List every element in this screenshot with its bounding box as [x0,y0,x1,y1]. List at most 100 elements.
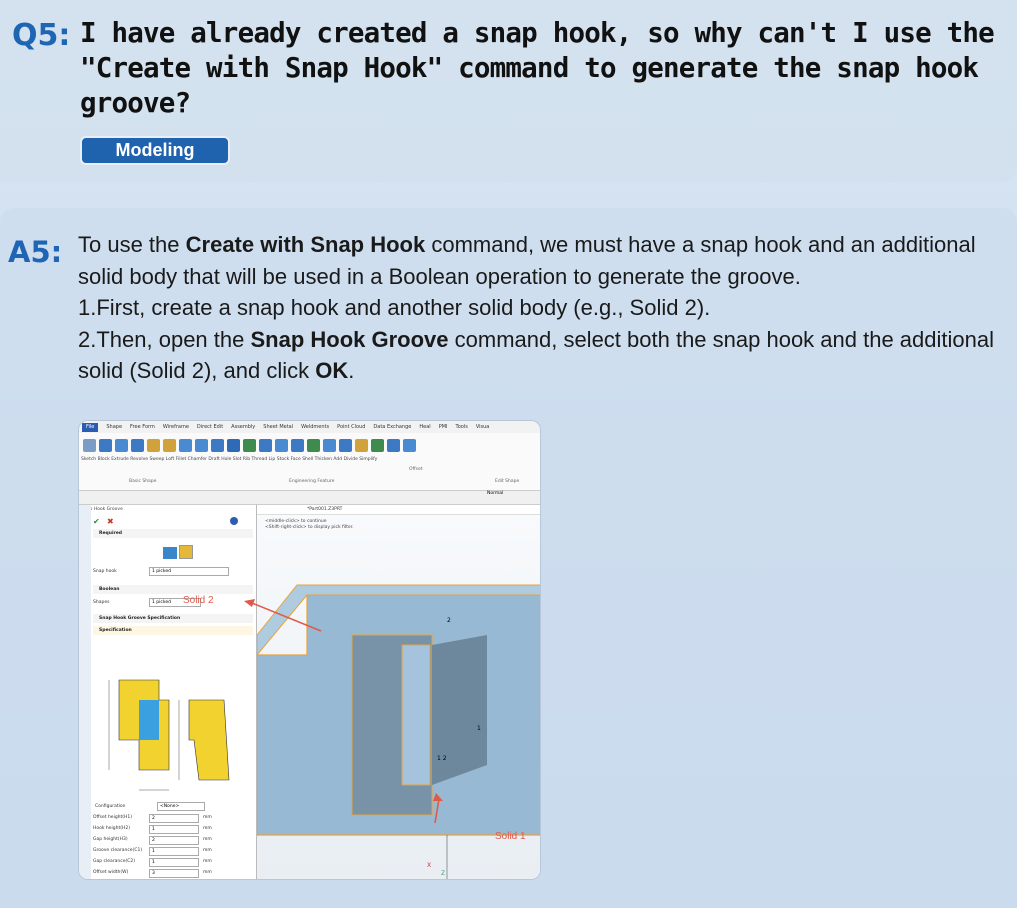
menu-weldments[interactable]: Weldments [301,424,329,430]
specification-section[interactable]: Specification [93,626,253,635]
divide-icon[interactable] [387,439,400,452]
chamfer-icon[interactable] [195,439,208,452]
cancel-x-icon[interactable]: ✖ [107,517,114,526]
ribbon: Sketch Block Extrude Revolve Sweep Loft … [79,433,540,491]
param-label-5: Offset width(W) [93,870,129,875]
revolve-icon[interactable] [131,439,144,452]
question-label: Q5: [12,18,71,53]
simplify-icon[interactable] [403,439,416,452]
groove-type-icon[interactable] [179,545,193,559]
param-value-5[interactable]: 3 [149,869,199,878]
sketch-icon[interactable] [83,439,96,452]
question-text: I have already created a snap hook, so w… [80,17,995,119]
face-offset-label: Offset [409,467,423,472]
snap-hook-type-icon[interactable] [163,547,177,559]
param-unit-0: mm [203,815,212,820]
answer-label: A5: [8,235,63,269]
ok-check-icon[interactable]: ✔ [93,517,100,526]
prompt-hints: <middle-click> to continue <Shift-right-… [265,519,354,531]
groove-spec-diagram [108,679,230,791]
filter-select[interactable]: Normal [487,491,503,496]
solid1-annotation: Solid 1 [495,831,526,842]
hole-icon[interactable] [227,439,240,452]
snap-hook-label: Snap hook [93,569,117,574]
param-label-0: Offset height(H1) [93,815,133,820]
axis-z-label: Z [441,870,446,877]
menu-assembly[interactable]: Assembly [231,424,255,430]
model-view [257,584,540,879]
answer-step-1: 1.First, create a snap hook and another … [78,295,711,320]
shell-icon[interactable] [339,439,352,452]
label-1: 1 [477,725,481,732]
lip-icon[interactable] [291,439,304,452]
param-label-4: Gap clearance(C2) [93,859,136,864]
menu-visual[interactable]: Visua [476,424,490,430]
param-value-3[interactable]: 1 [149,847,199,856]
rib-icon[interactable] [259,439,272,452]
group-edit-shape: Edit Shape [495,479,520,484]
answer-intro: To use the Create with Snap Hook command… [78,232,976,289]
document-tab[interactable]: *Part001.Z3PRT [257,505,540,515]
menu-point-cloud[interactable]: Point Cloud [337,424,365,430]
cad-screenshot: File Shape Free Form Wireframe Direct Ed… [78,420,541,880]
answer-step-2: 2.Then, open the Snap Hook Groove comman… [78,326,994,384]
param-unit-1: mm [203,826,212,831]
param-value-0[interactable]: 2 [149,814,199,823]
snap-hook-field[interactable]: 1 picked [149,567,229,576]
info-icon[interactable] [230,517,238,525]
hint-line-2: <Shift-right-click> to display pick filt… [265,525,354,530]
param-label-1: Hook height(H2) [93,826,131,831]
loft-icon[interactable] [163,439,176,452]
shapes-label: Shapes [93,600,110,605]
ribbon-labels: Sketch Block Extrude Revolve Sweep Loft … [81,457,378,462]
param-unit-4: mm [203,859,212,864]
answer-text: To use the Create with Snap Hook command… [78,229,998,387]
menu-heal[interactable]: Heal [419,424,430,430]
spec-header-section[interactable]: Snap Hook Groove Specification [93,614,253,623]
add-icon[interactable] [371,439,384,452]
face-offset-icon[interactable] [323,439,336,452]
menu-tools[interactable]: Tools [456,424,468,430]
menu-sheet-metal[interactable]: Sheet Metal [263,424,293,430]
param-unit-2: mm [203,837,212,842]
label-1-2: 1 2 [437,755,447,762]
stock-icon[interactable] [307,439,320,452]
menu-wireframe[interactable]: Wireframe [163,424,189,430]
param-value-1[interactable]: 1 [149,825,199,834]
thread-icon[interactable] [275,439,288,452]
group-basic-shape: Basic Shape [129,479,157,484]
param-unit-3: mm [203,848,212,853]
block-icon[interactable] [99,439,112,452]
ribbon-icons [83,439,416,452]
sweep-icon[interactable] [147,439,160,452]
menu-bar: File Shape Free Form Wireframe Direct Ed… [79,421,540,433]
group-engineering-feature: Engineering Feature [289,479,335,484]
menu-data-exchange[interactable]: Data Exchange [373,424,411,430]
param-unit-5: mm [203,870,212,875]
menu-shape[interactable]: Shape [106,424,122,430]
axis-x-label: X [427,862,432,869]
required-section[interactable]: Required [93,529,253,538]
param-value-4[interactable]: 1 [149,858,199,867]
menu-file[interactable]: File [82,422,99,432]
menu-free-form[interactable]: Free Form [130,424,155,430]
draft-icon[interactable] [211,439,224,452]
fillet-icon[interactable] [179,439,192,452]
menu-direct-edit[interactable]: Direct Edit [197,424,223,430]
boolean-section[interactable]: Boolean [93,585,253,594]
left-icon-strip [79,505,91,879]
param-label-3: Groove clearance(C1) [93,848,143,853]
menu-pmi[interactable]: PMI [439,424,448,430]
category-tag[interactable]: Modeling [80,136,230,165]
param-value-2[interactable]: 2 [149,836,199,845]
label-2: 2 [447,617,451,624]
thicken-icon[interactable] [355,439,368,452]
extrude-icon[interactable] [115,439,128,452]
configuration-label: Configuration [95,804,126,809]
param-label-2: Gap height(H3) [93,837,128,842]
snap-hook-groove-panel: Snap Hook Groove ✔ ✖ Required Snap hook … [79,505,257,879]
solid2-annotation: Solid 2 [183,595,214,606]
configuration-select[interactable]: <None> [157,802,205,811]
slot-icon[interactable] [243,439,256,452]
graphics-viewport[interactable]: *Part001.Z3PRT <middle-click> to continu… [257,491,540,879]
